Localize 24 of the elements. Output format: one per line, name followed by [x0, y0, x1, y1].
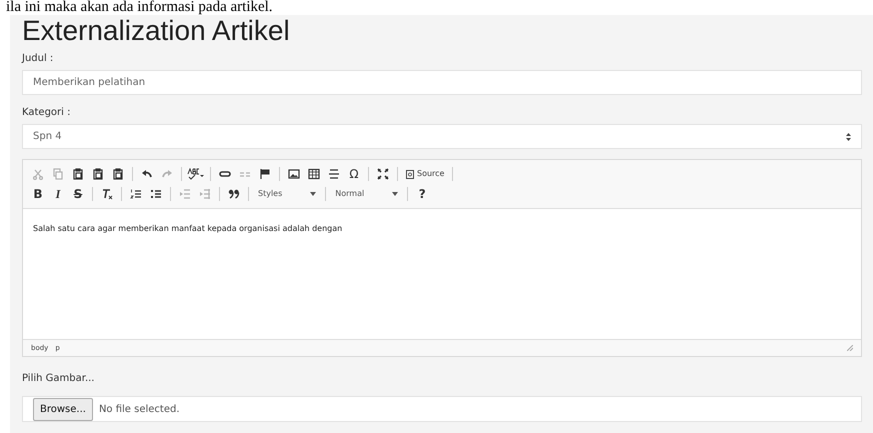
format-button[interactable]: I [49, 185, 67, 203]
format-dropdown[interactable]: Styles [254, 188, 320, 200]
document-icon [406, 170, 414, 178]
source-button[interactable]: Source [403, 168, 448, 180]
caption-text: ila ini maka akan ada informasi pada artikel. [6, 0, 274, 15]
format-button[interactable]: B [29, 185, 47, 203]
field-label: Pilih Gambar... [22, 372, 96, 386]
file-status-text: No file selected. [98, 402, 180, 416]
editor-text: Salah satu cara agar memberikan manfaat kepada organisasi adalah dengan [33, 223, 344, 235]
field-label: Judul : [22, 52, 54, 66]
resize-handle-icon[interactable] [847, 345, 853, 351]
format-button[interactable]: S [69, 185, 87, 203]
caret-icon [392, 192, 398, 196]
caret-icon [310, 192, 316, 196]
browse-button[interactable]: Browse... [33, 398, 93, 420]
field-label: Kategori : [22, 106, 72, 120]
category-select[interactable]: Spn 4 [22, 124, 862, 149]
select-arrows-icon [846, 132, 851, 140]
format-button[interactable]: ? [413, 185, 432, 203]
file-input-field[interactable]: Browse... No file selected. [22, 396, 862, 422]
format-button[interactable]: Ω [345, 165, 363, 183]
page-title: Externalization Artikel [22, 15, 291, 47]
format-dropdown[interactable]: Normal [331, 188, 402, 200]
title-input-field[interactable]: Memberikan pelatihan [22, 70, 862, 95]
